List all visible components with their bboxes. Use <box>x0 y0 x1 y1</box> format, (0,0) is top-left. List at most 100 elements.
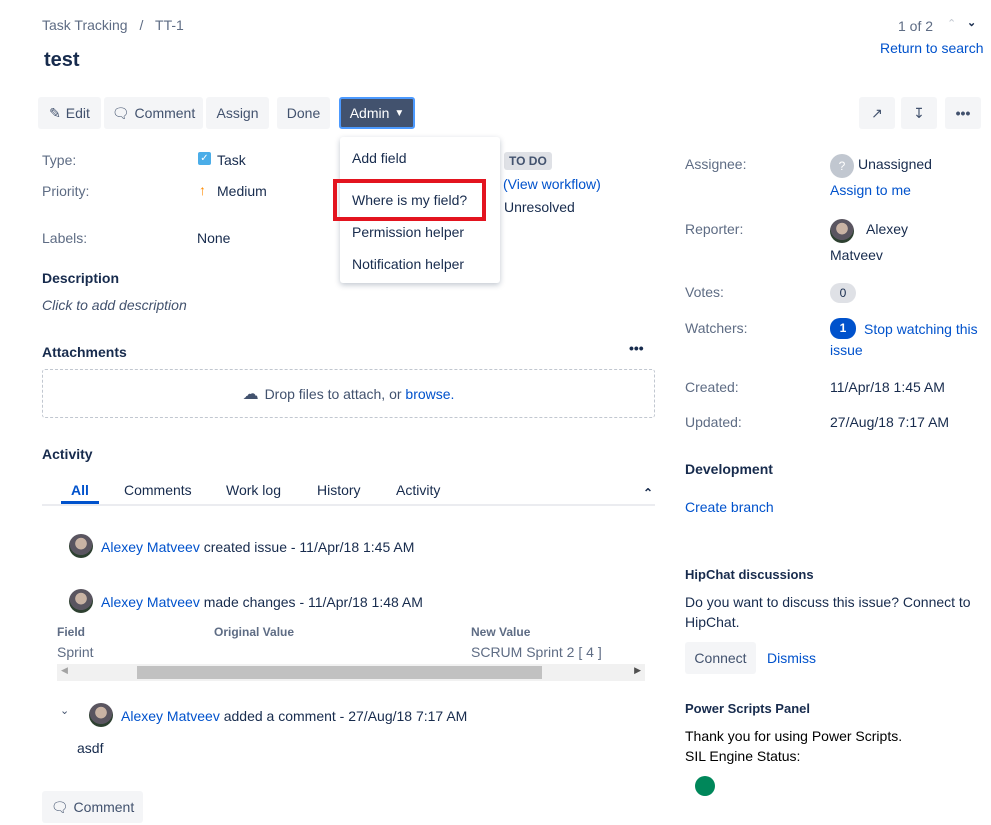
breadcrumb-separator: / <box>139 17 144 33</box>
collapse-comment-icon[interactable]: ⌄ <box>60 704 69 717</box>
watchers-badge[interactable]: 1 <box>830 318 856 339</box>
comment-icon: 🗨 <box>50 798 69 815</box>
created-value: 11/Apr/18 1:45 AM <box>830 379 945 395</box>
tab-history[interactable]: History <box>317 482 361 498</box>
tab-activity[interactable]: Activity <box>396 482 440 498</box>
labels-value: None <box>197 230 231 246</box>
sil-status-indicator <box>695 776 715 796</box>
more-actions-button[interactable]: ••• <box>945 97 981 129</box>
admin-label: Admin <box>349 105 390 121</box>
avatar <box>89 703 113 727</box>
hipchat-text-cont: HipChat. <box>685 614 740 630</box>
highlight-box <box>333 179 486 221</box>
breadcrumb-project[interactable]: Task Tracking <box>42 17 128 33</box>
add-comment-button[interactable]: 🗨 Comment <box>42 791 143 823</box>
unassigned-avatar-icon: ? <box>830 154 854 178</box>
activity-text: made changes - 11/Apr/18 1:48 AM <box>203 594 423 610</box>
comment-label: Comment <box>73 799 135 815</box>
export-button[interactable]: ↧ <box>901 97 937 129</box>
development-heading: Development <box>685 461 773 477</box>
stop-watching-link-cont[interactable]: issue <box>830 342 863 358</box>
comment-label: Comment <box>134 105 196 121</box>
next-issue-icon[interactable]: ⌄ <box>967 16 976 29</box>
type-value: Task <box>217 152 246 168</box>
stop-watching-link[interactable]: Stop watching this <box>864 321 978 337</box>
tab-work-log[interactable]: Work log <box>226 482 281 498</box>
description-field[interactable]: Click to add description <box>42 297 187 313</box>
edit-button[interactable]: ✎ Edit <box>38 97 101 129</box>
description-heading: Description <box>42 270 120 286</box>
scroll-right-icon[interactable]: ▶ <box>634 665 641 676</box>
user-link[interactable]: Alexey Matveev <box>101 594 200 610</box>
dropzone-text: Drop files to attach, or <box>264 385 402 402</box>
power-scripts-text: Thank you for using Power Scripts. <box>685 728 903 744</box>
activity-entry: Alexey Matveev added a comment - 27/Aug/… <box>121 708 467 724</box>
chevron-down-icon: ▼ <box>394 107 405 119</box>
connect-button[interactable]: Connect <box>685 642 756 674</box>
tab-comments[interactable]: Comments <box>124 482 192 498</box>
assign-button[interactable]: Assign <box>206 97 269 129</box>
menu-item-notification-helper[interactable]: Notification helper <box>352 256 464 272</box>
attachment-dropzone[interactable]: ☁ Drop files to attach, or browse. <box>42 369 655 418</box>
scrollbar-thumb[interactable] <box>137 666 542 679</box>
col-original: Original Value <box>214 625 295 639</box>
horizontal-scrollbar[interactable]: ◀ ▶ <box>57 664 645 681</box>
attachments-more-icon[interactable]: ••• <box>629 340 644 356</box>
page-title: test <box>44 49 80 71</box>
chevron-up-icon[interactable]: ⌃ <box>643 486 653 500</box>
done-button[interactable]: Done <box>277 97 330 129</box>
menu-item-permission-helper[interactable]: Permission helper <box>352 224 464 240</box>
priority-value: Medium <box>217 183 267 199</box>
tabs-divider <box>42 504 655 506</box>
user-link[interactable]: Alexey Matveev <box>121 708 220 724</box>
created-label: Created: <box>685 379 739 395</box>
cloud-upload-icon: ☁ <box>242 385 259 403</box>
share-button[interactable]: ↗ <box>859 97 895 129</box>
col-field: Field <box>57 625 86 639</box>
updated-value: 27/Aug/18 7:17 AM <box>830 414 950 430</box>
browse-link[interactable]: browse. <box>405 386 454 402</box>
labels-label: Labels: <box>42 230 88 246</box>
pencil-icon: ✎ <box>49 104 61 121</box>
edit-label: Edit <box>65 105 90 121</box>
change-new-value: SCRUM Sprint 2 [ 4 ] <box>471 644 602 660</box>
return-to-search-link[interactable]: Return to search <box>880 40 984 56</box>
comment-icon: 🗨 <box>111 104 130 121</box>
assign-to-me-link[interactable]: Assign to me <box>830 182 911 198</box>
activity-heading: Activity <box>42 446 93 462</box>
reporter-first-name: Alexey <box>866 221 909 237</box>
status-badge[interactable]: TO DO <box>504 152 552 170</box>
reporter-avatar <box>830 219 854 243</box>
breadcrumb-issue-key[interactable]: TT-1 <box>155 17 184 33</box>
activity-entry: Alexey Matveev created issue - 11/Apr/18… <box>101 539 414 555</box>
comment-button[interactable]: 🗨 Comment <box>104 97 203 129</box>
avatar <box>69 589 93 613</box>
export-icon: ↧ <box>913 104 925 121</box>
user-link[interactable]: Alexey Matveev <box>101 539 200 555</box>
create-branch-link[interactable]: Create branch <box>685 499 774 515</box>
view-workflow-link[interactable]: (View workflow) <box>503 176 601 192</box>
type-label: Type: <box>42 152 77 168</box>
assignee-label: Assignee: <box>685 156 747 172</box>
pager-count: 1 of 2 <box>898 18 934 34</box>
admin-button[interactable]: Admin ▼ <box>339 97 415 129</box>
hipchat-text: Do you want to discuss this issue? Conne… <box>685 594 971 610</box>
menu-item-add-field[interactable]: Add field <box>352 150 406 166</box>
votes-badge[interactable]: 0 <box>830 283 856 303</box>
more-icon: ••• <box>955 105 971 121</box>
resolution-value: Unresolved <box>504 199 575 215</box>
activity-text: created issue - 11/Apr/18 1:45 AM <box>203 539 415 555</box>
assignee-value: Unassigned <box>858 156 932 172</box>
reporter-label: Reporter: <box>685 221 744 237</box>
avatar <box>69 534 93 558</box>
col-new: New Value <box>471 625 531 639</box>
hipchat-heading: HipChat discussions <box>685 567 814 582</box>
updated-label: Updated: <box>685 414 742 430</box>
votes-label: Votes: <box>685 284 724 300</box>
watchers-label: Watchers: <box>685 320 748 336</box>
previous-issue-icon[interactable]: ⌃ <box>947 17 956 30</box>
dismiss-link[interactable]: Dismiss <box>767 650 816 666</box>
scroll-left-icon[interactable]: ◀ <box>61 665 68 676</box>
change-field: Sprint <box>57 644 94 660</box>
tab-all[interactable]: All <box>71 482 89 498</box>
